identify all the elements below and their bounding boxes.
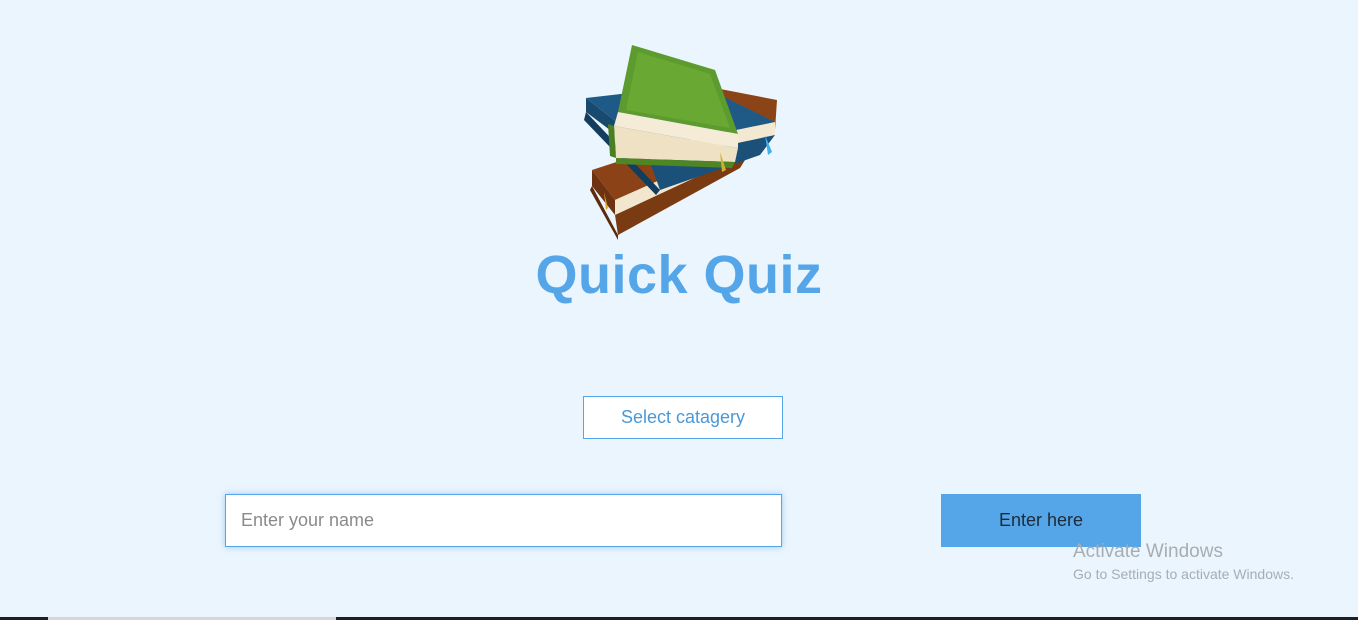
select-category-button[interactable]: Select catagery xyxy=(583,396,783,439)
stacked-books-icon xyxy=(580,40,785,240)
quiz-start-page: Quick Quiz Select catagery Enter here Ac… xyxy=(0,0,1358,620)
page-title: Quick Quiz xyxy=(535,245,823,305)
name-input[interactable] xyxy=(225,494,782,547)
enter-button-label: Enter here xyxy=(998,510,1084,530)
activate-windows-watermark: Activate Windows Go to Settings to activ… xyxy=(1073,541,1294,583)
watermark-title: Activate Windows xyxy=(1073,541,1223,562)
enter-button[interactable]: Enter here xyxy=(941,494,1141,547)
watermark-subtitle: Go to Settings to activate Windows. xyxy=(1073,566,1294,582)
select-category-label: Select catagery xyxy=(620,407,746,427)
